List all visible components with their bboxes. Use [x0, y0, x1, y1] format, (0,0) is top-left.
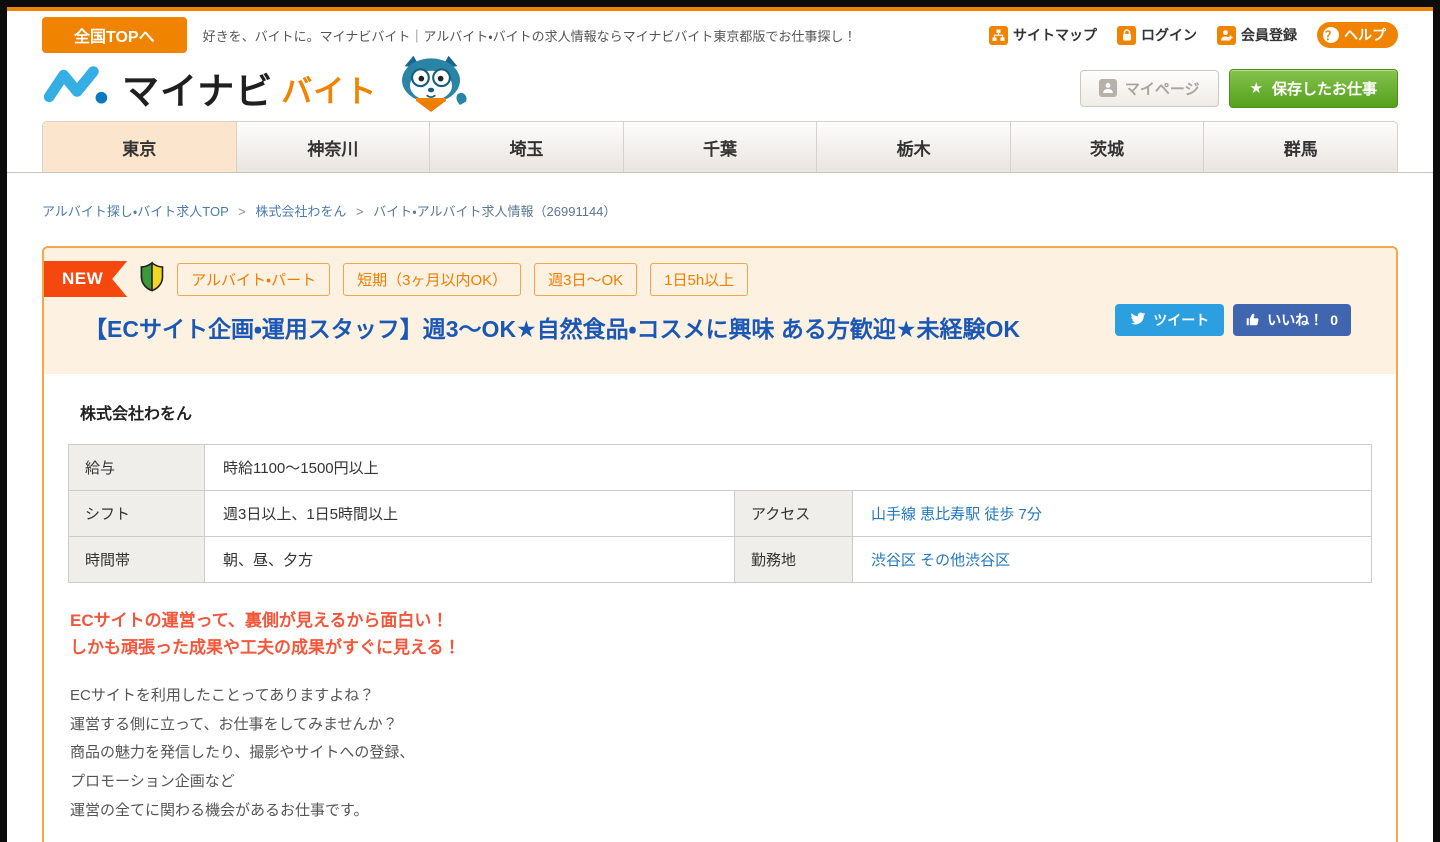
breadcrumb-link-top[interactable]: アルバイト探し・バイト求人TOP — [42, 204, 229, 219]
highlight-line: しかも頑張った成果や工夫の成果がすぐに見える！ — [70, 638, 461, 658]
saved-jobs-button[interactable]: ★ 保存したお仕事 — [1228, 68, 1398, 108]
lock-icon — [1117, 25, 1136, 45]
description-line: 商品の魅力を発信したり、撮影やサイトへの登録、 — [70, 744, 415, 762]
location-link[interactable]: 渋谷区 その他渋谷区 — [871, 552, 1010, 569]
tab-tokyo[interactable]: 東京 — [43, 122, 236, 172]
help-icon: ？ — [1323, 27, 1339, 43]
beginner-mark-icon — [140, 261, 164, 297]
shift-value: 週3日以上、1日5時間以上 — [204, 489, 735, 537]
highlight-line: ECサイトの運営って、裏側が見えるから面白い！ — [70, 610, 449, 630]
help-button[interactable]: ？ ヘルプ — [1317, 22, 1398, 48]
top-links: サイトマップ ログイン 会員登録 ？ ヘルプ — [989, 22, 1398, 48]
logo-text-main: マイナビ — [122, 71, 274, 112]
job-highlight: ECサイトの運営って、裏側が見えるから面白い！ しかも頑張った成果や工夫の成果が… — [70, 607, 1372, 662]
sitemap-label: サイトマップ — [1013, 27, 1097, 43]
header-buttons: マイページ ★ 保存したお仕事 — [1079, 68, 1398, 108]
job-card-body: 株式会社わをん 給与 時給1100〜1500円以上 シフト 週3日以上、1日5時… — [44, 373, 1396, 842]
tweet-label: ツイート — [1153, 312, 1210, 328]
job-card: NEW アルバイト・パート 短期（3ヶ月以内OK） 週3日〜OK 1日5h以上 — [42, 246, 1398, 842]
tag-short-term[interactable]: 短期（3ヶ月以内OK） — [343, 262, 522, 296]
location-value: 渋谷区 その他渋谷区 — [852, 535, 1372, 583]
breadcrumb-link-company[interactable]: 株式会社わをん — [255, 204, 346, 219]
member-register-link[interactable]: 会員登録 — [1217, 25, 1297, 45]
sitemap-link[interactable]: サイトマップ — [989, 25, 1097, 45]
description-line: プロモーション企画など — [70, 773, 235, 791]
tag-employment-type[interactable]: アルバイト・パート — [177, 262, 331, 296]
top-utility-bar: 全国TOPへ 好きを、バイトに。マイナビバイト｜アルバイト・バイトの求人情報なら… — [7, 11, 1433, 57]
tab-chiba[interactable]: 千葉 — [622, 122, 817, 172]
job-title: 【ECサイト企画・運用スタッフ】週3〜OK★自然食品・コスメに興味 ある方歓迎★… — [84, 316, 1021, 342]
salary-value: 時給1100〜1500円以上 — [204, 443, 1372, 491]
login-link[interactable]: ログイン — [1117, 25, 1197, 45]
star-icon: ★ — [1249, 80, 1263, 97]
breadcrumb: アルバイト探し・バイト求人TOP > 株式会社わをん > バイト・アルバイト求人… — [42, 201, 1398, 220]
prefecture-tabs: 東京 神奈川 埼玉 千葉 栃木 茨城 群馬 — [42, 121, 1398, 172]
help-label: ヘルプ — [1344, 27, 1386, 43]
logo-text-sub: バイト — [281, 73, 378, 109]
like-count: 0 — [1330, 312, 1338, 328]
breadcrumb-current: バイト・アルバイト求人情報（26991144） — [373, 204, 617, 219]
social-buttons: ツイート いいね！ 0 — [1115, 304, 1351, 336]
breadcrumb-separator: > — [356, 204, 364, 219]
tab-kanagawa[interactable]: 神奈川 — [235, 122, 430, 172]
twitter-bird-icon — [1130, 312, 1146, 329]
tag-days-per-week[interactable]: 週3日〜OK — [534, 262, 638, 296]
description-line: 運営する側に立って、お仕事をしてみませんか？ — [70, 715, 398, 733]
access-header: アクセス — [734, 489, 853, 537]
description-line: ECサイトを利用したことってありますよね？ — [70, 686, 375, 704]
tweet-button[interactable]: ツイート — [1115, 304, 1225, 336]
member-register-label: 会員登録 — [1241, 27, 1297, 43]
page: 全国TOPへ 好きを、バイトに。マイナビバイト｜アルバイト・バイトの求人情報なら… — [7, 7, 1433, 842]
tag-hours-per-day[interactable]: 1日5h以上 — [650, 262, 749, 296]
time-value: 朝、昼、夕方 — [204, 535, 735, 583]
table-row-time-location: 時間帯 朝、昼、夕方 勤務地 渋谷区 その他渋谷区 — [68, 535, 1372, 583]
tab-gunma[interactable]: 群馬 — [1203, 122, 1397, 172]
like-label: いいね！ — [1267, 312, 1324, 328]
saved-jobs-label: 保存したお仕事 — [1271, 80, 1377, 98]
company-name: 株式会社わをん — [80, 405, 193, 423]
job-description: ECサイトを利用したことってありますよね？ 運営する側に立って、お仕事をしてみま… — [70, 682, 1372, 826]
badge-row: NEW アルバイト・パート 短期（3ヶ月以内OK） 週3日〜OK 1日5h以上 — [44, 261, 1374, 297]
mynavi-wave-logo-icon — [42, 62, 114, 115]
table-row-salary: 給与 時給1100〜1500円以上 — [68, 443, 1372, 491]
mypage-button[interactable]: マイページ — [1079, 69, 1219, 107]
time-header: 時間帯 — [68, 535, 205, 583]
thumbs-up-icon — [1246, 312, 1260, 329]
access-value: 山手線 恵比寿駅 徒歩 7分 — [852, 489, 1372, 537]
mascot-character — [387, 54, 475, 117]
tab-tochigi[interactable]: 栃木 — [816, 122, 1010, 172]
tab-saitama[interactable]: 埼玉 — [429, 122, 623, 172]
table-row-shift-access: シフト 週3日以上、1日5時間以上 アクセス 山手線 恵比寿駅 徒歩 7分 — [68, 489, 1372, 537]
description-line: 運営の全てに関わる機会があるお仕事です。 — [70, 801, 369, 819]
mypage-label: マイページ — [1124, 80, 1200, 98]
national-top-button[interactable]: 全国TOPへ — [42, 17, 187, 53]
like-button[interactable]: いいね！ 0 — [1233, 304, 1351, 336]
site-tagline: 好きを、バイトに。マイナビバイト｜アルバイト・バイトの求人情報ならマイナビバイト… — [202, 28, 857, 44]
job-card-header: NEW アルバイト・パート 短期（3ヶ月以内OK） 週3日〜OK 1日5h以上 — [44, 248, 1396, 374]
person-icon — [1098, 79, 1117, 97]
prefecture-tabbar-wrap: 東京 神奈川 埼玉 千葉 栃木 茨城 群馬 — [7, 121, 1433, 173]
job-summary-table: 給与 時給1100〜1500円以上 シフト 週3日以上、1日5時間以上 アクセス… — [68, 443, 1372, 583]
login-label: ログイン — [1141, 27, 1197, 43]
access-station-link[interactable]: 山手線 恵比寿駅 徒歩 7分 — [871, 506, 1042, 523]
tab-ibaraki[interactable]: 茨城 — [1009, 122, 1204, 172]
member-add-icon — [1217, 25, 1236, 45]
new-badge: NEW — [44, 261, 128, 297]
shift-header: シフト — [68, 489, 205, 537]
site-header: マイナビ バイト マイページ ★ 保存したお仕事 — [7, 54, 1433, 121]
sitemap-icon — [989, 25, 1008, 45]
salary-header: 給与 — [68, 443, 205, 491]
breadcrumb-separator: > — [238, 204, 246, 219]
location-header: 勤務地 — [734, 535, 853, 583]
site-logo[interactable]: マイナビ バイト — [42, 61, 377, 115]
